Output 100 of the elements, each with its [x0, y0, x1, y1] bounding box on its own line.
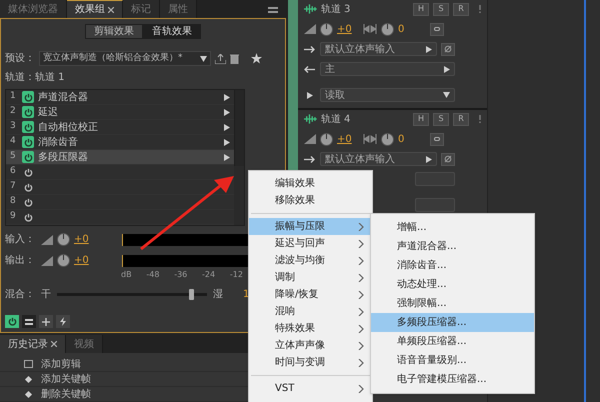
- menu-item[interactable]: VST: [249, 380, 372, 397]
- history-item[interactable]: 添加剪辑: [41, 356, 81, 372]
- effect-row[interactable]: 4 消除齿音: [6, 135, 234, 150]
- menu-item[interactable]: 调制: [249, 269, 372, 286]
- pan-value[interactable]: 0: [398, 22, 426, 36]
- power-toggle[interactable]: [22, 181, 34, 193]
- power-toggle[interactable]: [22, 136, 34, 148]
- star-icon[interactable]: [251, 53, 262, 64]
- menu-item[interactable]: 动态处理...: [371, 275, 534, 294]
- power-toggle[interactable]: [22, 196, 34, 208]
- menu-item[interactable]: 立体声声像: [249, 337, 372, 354]
- pan-value[interactable]: 0: [398, 132, 426, 146]
- power-toggle[interactable]: [22, 211, 34, 223]
- chevron-icon: [358, 358, 364, 366]
- track-toggle-button[interactable]: H: [413, 112, 429, 126]
- mode-button[interactable]: 剪辑效果: [85, 24, 143, 39]
- history-item[interactable]: 添加关键帧: [41, 372, 91, 386]
- effect-row[interactable]: 9: [6, 210, 234, 225]
- arrow-icon[interactable]: [224, 138, 230, 146]
- menu-item[interactable]: 语音音量级别...: [371, 351, 534, 370]
- knob-icon[interactable]: [320, 132, 333, 146]
- arrow-icon[interactable]: [224, 154, 230, 160]
- track-toggle-button[interactable]: S: [433, 112, 449, 126]
- insert-icon[interactable]: [39, 315, 53, 328]
- effect-row[interactable]: 8: [6, 195, 234, 210]
- effect-row[interactable]: 6: [6, 165, 234, 180]
- mix-value[interactable]: 1: [243, 287, 250, 302]
- menu-item[interactable]: 滤波与均衡: [249, 252, 372, 269]
- power-icon[interactable]: [5, 315, 19, 328]
- knob-icon[interactable]: [57, 233, 70, 246]
- phase-button[interactable]: [441, 42, 455, 56]
- panel-menu-icon[interactable]: [268, 7, 278, 13]
- menu-item[interactable]: 强制限幅...: [371, 294, 534, 313]
- menu-item[interactable]: 电子管建模压缩器...: [371, 370, 534, 389]
- track-toggle-button[interactable]: R: [453, 2, 469, 16]
- menu-item[interactable]: 降噪/恢复: [249, 286, 372, 303]
- gain-value[interactable]: +0: [74, 232, 118, 247]
- power-toggle[interactable]: [22, 166, 34, 178]
- pan-icon: [363, 134, 377, 144]
- effect-row[interactable]: 2 延迟: [6, 105, 234, 120]
- close-icon[interactable]: [108, 6, 114, 12]
- knob-icon[interactable]: [57, 254, 70, 267]
- lightning-icon[interactable]: [56, 315, 70, 328]
- stereo-button[interactable]: [430, 22, 444, 36]
- menu-item[interactable]: 编辑效果: [249, 175, 372, 192]
- input-arrow-icon: [304, 46, 315, 52]
- effect-row[interactable]: 3 自动相位校正: [6, 120, 234, 135]
- menu-item[interactable]: 振幅与压限: [249, 218, 372, 235]
- menu-item[interactable]: 延迟与回声: [249, 235, 372, 252]
- power-toggle[interactable]: [22, 106, 34, 118]
- input-dropdown[interactable]: 默认立体声输入: [320, 152, 437, 166]
- track-toggle-button[interactable]: R: [453, 112, 469, 126]
- output-dropdown[interactable]: 主: [320, 62, 455, 76]
- menu-item[interactable]: 多频段压缩器...: [371, 313, 534, 332]
- expand-icon[interactable]: [307, 92, 313, 98]
- effect-row[interactable]: 1 声道混合器: [6, 90, 234, 105]
- io-label: 输入：: [5, 232, 36, 247]
- menu-item[interactable]: 移除效果: [249, 192, 372, 209]
- track-toggle-button[interactable]: H: [413, 2, 429, 16]
- mode-button[interactable]: 音轨效果: [143, 24, 201, 39]
- gain-value[interactable]: +0: [74, 253, 118, 268]
- power-toggle[interactable]: [22, 121, 34, 133]
- volume-value[interactable]: +0: [337, 22, 359, 36]
- slider-thumb[interactable]: [189, 289, 194, 300]
- arrow-icon[interactable]: [224, 124, 230, 130]
- menu-item[interactable]: 单频段压缩器...: [371, 332, 534, 351]
- menu-item[interactable]: 消除齿音...: [371, 256, 534, 275]
- save-icon[interactable]: [215, 54, 226, 64]
- scrollbar[interactable]: [234, 90, 244, 166]
- stereo-button[interactable]: [430, 132, 444, 146]
- power-toggle[interactable]: [22, 91, 34, 103]
- effect-row[interactable]: 7: [6, 180, 234, 195]
- menu-item[interactable]: 特殊效果: [249, 320, 372, 337]
- knob-icon[interactable]: [381, 22, 394, 36]
- menu-item[interactable]: 声道混合器...: [371, 237, 534, 256]
- slot-number: 7: [10, 180, 17, 194]
- history-item[interactable]: 删除关键帧: [41, 386, 91, 402]
- scale-label: dB: [121, 269, 132, 281]
- arrow-icon[interactable]: [224, 108, 230, 116]
- arrow-icon[interactable]: [224, 94, 230, 100]
- close-icon[interactable]: [51, 341, 57, 347]
- volume-value[interactable]: +0: [337, 132, 359, 146]
- track-name: 轨道 3: [320, 2, 352, 16]
- knob-icon[interactable]: [320, 22, 333, 36]
- panel-tab[interactable]: 历史记录: [0, 335, 66, 353]
- menu-item[interactable]: 混响: [249, 303, 372, 320]
- menu-item[interactable]: 增幅...: [371, 218, 534, 237]
- track-toggle-button[interactable]: S: [433, 2, 449, 16]
- input-dropdown[interactable]: 默认立体声输入: [320, 42, 437, 56]
- list-icon[interactable]: [22, 315, 36, 328]
- phase-button[interactable]: [441, 152, 455, 166]
- slot-number: 6: [10, 165, 17, 178]
- effect-row[interactable]: 5 多段压限器: [6, 150, 234, 165]
- knob-icon[interactable]: [381, 132, 394, 146]
- automation-dropdown[interactable]: 读取: [320, 88, 455, 102]
- menu-item[interactable]: 时间与变调: [249, 354, 372, 371]
- preset-dropdown[interactable]: 宽立体声制造（哈斯铝合金效果）*: [39, 51, 211, 66]
- panel-tab[interactable]: 效果组: [67, 0, 123, 18]
- power-toggle[interactable]: [22, 151, 34, 163]
- trash-icon[interactable]: [230, 54, 239, 64]
